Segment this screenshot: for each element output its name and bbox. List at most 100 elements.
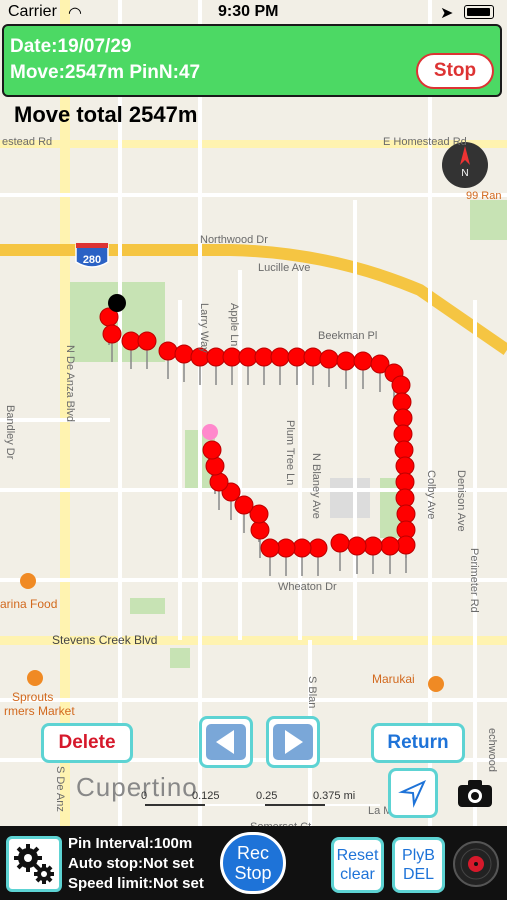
route-pin[interactable] — [395, 472, 415, 492]
bottom-bar: Pin Interval:100m Auto stop:Not set Spee… — [0, 826, 507, 900]
next-button[interactable] — [266, 716, 320, 768]
route-pin[interactable] — [174, 344, 194, 364]
road-label: Plum Tree Ln — [284, 420, 296, 486]
stop-label: Stop — [234, 863, 272, 883]
rec-label: Rec — [236, 843, 269, 863]
reset-clear-button[interactable]: Reset clear — [331, 837, 384, 893]
road-label: Beekman Pl — [318, 330, 378, 342]
park-area — [70, 282, 165, 362]
route-pin[interactable] — [393, 424, 413, 444]
scale-label: 0 — [141, 790, 148, 802]
road-label: S De Anz — [54, 766, 66, 812]
right-arrow-icon — [273, 724, 313, 760]
svg-text:280: 280 — [83, 254, 101, 266]
playback-delete-button[interactable]: PlyB DEL — [392, 837, 445, 893]
route-pin[interactable] — [287, 347, 307, 367]
left-arrow-icon — [206, 724, 246, 760]
route-pin[interactable] — [292, 538, 312, 558]
speed-limit-label: Speed limit:Not set — [68, 875, 204, 892]
route-pin[interactable] — [394, 440, 414, 460]
stop-button[interactable]: Stop — [416, 53, 494, 89]
city-label: Cupertino — [76, 772, 198, 802]
route-pin[interactable] — [395, 456, 415, 476]
delete-button[interactable]: Delete — [41, 723, 133, 763]
route-pin[interactable] — [158, 341, 178, 361]
food-icon — [428, 676, 444, 692]
route-pin[interactable] — [330, 533, 350, 553]
move-total-label: Move total 2547m — [14, 102, 198, 127]
route-pin[interactable] — [336, 351, 356, 371]
map-view[interactable]: 280 N — [0, 0, 507, 900]
road-label: Colby Ave — [425, 470, 437, 520]
route-pin[interactable] — [121, 331, 141, 351]
road-label: echwood — [486, 728, 498, 773]
route-pin[interactable] — [137, 331, 157, 351]
plyb-label: PlyB — [402, 847, 435, 864]
gear-icon — [14, 844, 54, 884]
scale-label: 0.125 — [192, 790, 220, 802]
info-panel: Date:19/07/29 Move:2547m PinN:47 Stop — [2, 24, 502, 97]
reset-label: Reset — [336, 847, 379, 864]
poi-label: Sprouts — [12, 690, 54, 704]
auto-stop-label: Auto stop:Not set — [68, 855, 194, 872]
poi-label: Marukai — [372, 672, 415, 686]
road-label: Stevens Creek Blvd — [52, 633, 158, 647]
route-pin[interactable] — [222, 347, 242, 367]
route-pin[interactable] — [276, 538, 296, 558]
route-pin[interactable] — [102, 324, 122, 344]
move-label: Move:2547m PinN:47 — [10, 62, 201, 83]
return-button[interactable]: Return — [371, 723, 465, 763]
road-label: N Blaney Ave — [310, 453, 322, 519]
route-pin[interactable] — [395, 488, 415, 508]
route-pin[interactable] — [308, 538, 328, 558]
end-pin[interactable] — [202, 424, 218, 440]
road-label: E Homestead Rd — [383, 136, 467, 148]
route-pin[interactable] — [250, 520, 270, 540]
rec-stop-button[interactable]: Rec Stop — [220, 832, 286, 894]
route-pin[interactable] — [260, 538, 280, 558]
location-arrow-icon — [398, 779, 427, 808]
date-label: Date:19/07/29 — [10, 36, 132, 57]
road-label: Apple Ln — [228, 303, 240, 347]
route-pin[interactable] — [396, 504, 416, 524]
route-pin[interactable] — [353, 351, 373, 371]
del-label: DEL — [402, 866, 435, 883]
settings-button[interactable] — [6, 836, 62, 892]
route-pin[interactable] — [319, 349, 339, 369]
battery-icon — [464, 5, 494, 19]
route-pin[interactable] — [254, 347, 274, 367]
route-pin[interactable] — [392, 392, 412, 412]
location-button[interactable] — [388, 768, 438, 818]
road-label: estead Rd — [2, 136, 53, 148]
route-pin[interactable] — [396, 535, 416, 555]
poi-label: rmers Market — [4, 704, 75, 718]
route-pin[interactable] — [303, 347, 323, 367]
road-label: N De Anza Blvd — [64, 345, 76, 423]
route-pin[interactable] — [380, 536, 400, 556]
record-disc-button[interactable] — [452, 840, 500, 888]
carrier-label: Carrier — [8, 3, 57, 20]
record-disc-icon — [453, 841, 499, 887]
prev-button[interactable] — [199, 716, 253, 768]
route-pin[interactable] — [202, 440, 222, 460]
clear-label: clear — [340, 866, 375, 883]
route-pin[interactable] — [205, 456, 225, 476]
food-icon — [20, 573, 36, 589]
route-pin[interactable] — [391, 375, 411, 395]
camera-button[interactable] — [456, 778, 494, 808]
start-pin[interactable] — [108, 294, 126, 312]
poi-label: 99 Ran — [466, 190, 502, 202]
poi-label: arina Food — [0, 597, 58, 611]
road-label: Denison Ave — [455, 470, 467, 532]
route-pin[interactable] — [363, 536, 383, 556]
route-pin[interactable] — [393, 408, 413, 428]
route-pin[interactable] — [270, 347, 290, 367]
route-pin[interactable] — [209, 472, 229, 492]
route-pin[interactable] — [238, 347, 258, 367]
road-label: Northwood Dr — [200, 234, 268, 246]
road-label: Wheaton Dr — [278, 581, 337, 593]
road-label: Larry Way — [198, 303, 210, 353]
route-pin[interactable] — [347, 536, 367, 556]
road-label: Lucille Ave — [258, 262, 311, 274]
road-label: Bandley Dr — [4, 405, 16, 460]
